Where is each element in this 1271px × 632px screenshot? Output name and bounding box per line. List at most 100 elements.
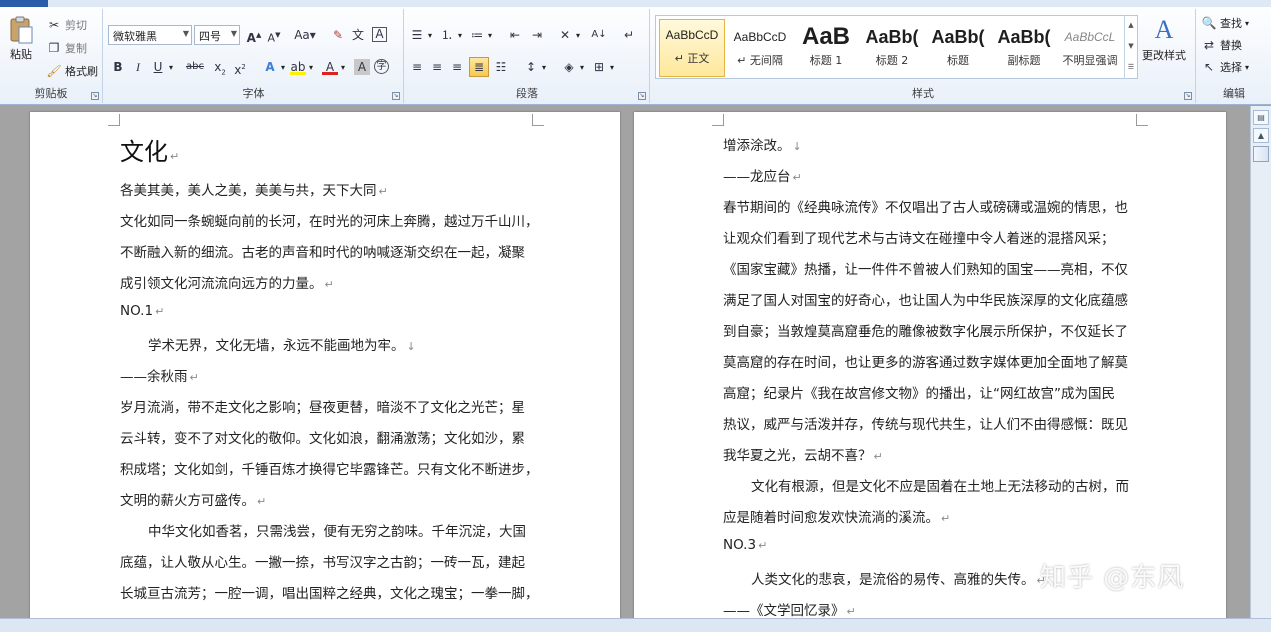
paragraph[interactable]: 文明的薪火方可盛传。 ↵: [120, 489, 266, 509]
underline-button[interactable]: U ▾: [150, 59, 173, 75]
paragraph[interactable]: 各美其美，美人之美，美美与共，天下大同 ↵: [120, 179, 388, 199]
paragraph[interactable]: 文化如同一条蜿蜒向前的长河，在时光的河床上奔腾，越过万千山川，: [120, 210, 539, 230]
text-effects-button[interactable]: A ▾: [262, 59, 285, 75]
clear-formatting-button[interactable]: ✎: [330, 27, 346, 43]
sort-button[interactable]: A↓: [591, 27, 607, 43]
paragraph[interactable]: 到自豪；当敦煌莫高窟垂危的雕像被数字化展示所保护，不仅延长了: [723, 320, 1128, 340]
copy-button[interactable]: ❐ 复制: [46, 40, 87, 56]
quote[interactable]: 学术无界，文化无墙，永远不能画地为牢。 ↓: [148, 334, 416, 354]
document-area[interactable]: 文化 ↵ 各美其美，美人之美，美美与共，天下大同 ↵ 文化如同一条蜿蜒向前的长河，在…: [0, 106, 1250, 618]
font-size-combo[interactable]: 四号 ▼: [194, 25, 240, 45]
paragraph[interactable]: 云斗转，变不了对文化的敬仰。文化如浪，翻涌激荡；文化如沙，累: [120, 427, 525, 447]
paragraph[interactable]: 底蕴，让人敬从心生。一撇一捺，书写汉字之古韵；一砖一瓦，建起: [120, 551, 525, 571]
format-painter-button[interactable]: 🖌 格式刷: [46, 63, 98, 79]
chinese-layout-button[interactable]: ✕ ▾: [557, 27, 580, 43]
borders-button[interactable]: ⊞ ▾: [591, 59, 614, 75]
clipboard-launcher-icon[interactable]: ↘: [91, 92, 99, 100]
paragraph[interactable]: 高窟；纪录片《我在故宫修文物》的播出，让“网红故宫”成为国民: [723, 382, 1115, 402]
paragraph[interactable]: 不断融入新的细流。古老的声音和时代的呐喊逐渐交织在一起，凝聚: [120, 241, 525, 261]
grow-font-button[interactable]: A▲: [246, 27, 262, 45]
distributed-button[interactable]: ☷: [493, 59, 509, 75]
document-title[interactable]: 文化 ↵: [120, 132, 179, 167]
chevron-down-icon[interactable]: ▼: [1125, 36, 1137, 57]
paragraph[interactable]: 积成塔；文化如剑，千锤百炼才换得它毕露锋芒。只有文化不断进步，: [120, 458, 539, 478]
character-shading-button[interactable]: A: [354, 59, 370, 75]
superscript-button[interactable]: x2: [232, 59, 248, 77]
paste-button[interactable]: 粘贴: [8, 15, 34, 62]
strikethrough-button[interactable]: abc: [184, 59, 206, 75]
document-page-2[interactable]: 增添涂改。 ↓ ——龙应台 ↵ 春节期间的《经典咏流传》不仅唱出了古人或磅礴或温婉的…: [634, 112, 1226, 618]
quote-author[interactable]: ——《文学回忆录》 ↵: [723, 599, 856, 618]
align-right-button[interactable]: ≡: [449, 59, 465, 75]
paragraph[interactable]: 长城亘古流芳；一腔一调，唱出国粹之经典，文化之瑰宝；一拳一脚，: [120, 582, 539, 602]
style-subtitle[interactable]: AaBb( 副标题: [991, 22, 1057, 76]
numbered-list-icon: ⒈: [440, 28, 453, 42]
style-heading-1[interactable]: AaB 标题 1: [793, 22, 859, 76]
paragraph[interactable]: 热议，威严与活泼并存，传统与现代共生，让人们不由得感慨：既见: [723, 413, 1128, 433]
phonetic-guide-button[interactable]: 文: [350, 27, 366, 43]
paragraph[interactable]: 岁月流淌，带不走文化之影响；昼夜更替，暗淡不了文化之光芒；星: [120, 396, 525, 416]
paragraph[interactable]: 我华夏之光，云胡不喜？ ↵: [723, 444, 883, 464]
quote[interactable]: 人类文化的悲哀，是流俗的易传、高雅的失传。 ↵: [751, 568, 1046, 588]
tab-file[interactable]: [0, 0, 48, 7]
increase-indent-button[interactable]: ⇥: [529, 27, 545, 43]
decrease-indent-button[interactable]: ⇤: [507, 27, 523, 43]
enclosed-character-button[interactable]: 字: [374, 59, 389, 74]
highlight-button[interactable]: ab ▾: [290, 59, 313, 75]
cut-button[interactable]: ✂ 剪切: [46, 17, 87, 33]
scroll-thumb[interactable]: [1253, 146, 1269, 162]
section-heading[interactable]: NO.3 ↵: [723, 537, 767, 553]
italic-button[interactable]: I: [130, 59, 146, 75]
style-subtle-emphasis[interactable]: AaBbCcL 不明显强调: [1057, 22, 1123, 76]
find-button[interactable]: 🔍 查找 ▾: [1201, 15, 1250, 31]
align-center-button[interactable]: ≡: [429, 59, 445, 75]
font-color-button[interactable]: A ▾: [322, 59, 345, 75]
paragraph[interactable]: 应是随着时间愈发欢快流淌的溪流。 ↵: [723, 506, 950, 526]
quote-author[interactable]: ——余秋雨 ↵: [120, 365, 199, 385]
style-normal[interactable]: AaBbCcD ↵ 正文: [659, 19, 725, 77]
enclose-characters-button[interactable]: A: [372, 27, 387, 42]
line-spacing-button[interactable]: ↕ ▾: [523, 59, 546, 75]
bold-button[interactable]: B: [110, 59, 126, 75]
paragraph[interactable]: 中华文化如香茗，只需浅尝，便有无穷之韵味。千年沉淀，大国: [148, 520, 526, 540]
quote-author[interactable]: ——龙应台 ↵: [723, 165, 802, 185]
font-name-value: 微软雅黑: [113, 30, 157, 43]
show-marks-button[interactable]: ↵: [621, 27, 637, 43]
scroll-up-icon[interactable]: ▲: [1253, 128, 1269, 143]
bullets-button[interactable]: ☰ ▾: [409, 27, 432, 43]
multilevel-list-button[interactable]: ≔ ▾: [469, 27, 492, 43]
font-name-combo[interactable]: 微软雅黑 ▼: [108, 25, 192, 45]
shading-button[interactable]: ◈ ▾: [561, 59, 584, 75]
paragraph-launcher-icon[interactable]: ↘: [638, 92, 646, 100]
paragraph[interactable]: 莫高窟的存在时间，也让更多的游客通过数字媒体更加全面地了解莫: [723, 351, 1128, 371]
paragraph[interactable]: 文化有根源，但是文化不应是固着在土地上无法移动的古树，而: [751, 475, 1129, 495]
vertical-scrollbar[interactable]: ▤ ▲: [1250, 106, 1271, 618]
more-icon[interactable]: ☰: [1125, 57, 1137, 78]
document-page-1[interactable]: 文化 ↵ 各美其美，美人之美，美美与共，天下大同 ↵ 文化如同一条蜿蜒向前的长河，在…: [30, 112, 620, 618]
justify-icon: ≣: [473, 60, 485, 74]
chevron-up-icon[interactable]: ▲: [1125, 15, 1137, 36]
select-button[interactable]: ↖ 选择 ▾: [1201, 59, 1249, 75]
align-left-button[interactable]: ≡: [409, 59, 425, 75]
paragraph[interactable]: 让观众们看到了现代艺术与古诗文在碰撞中令人着迷的混搭风采；: [723, 227, 1115, 247]
paragraph[interactable]: 满足了国人对国宝的好奇心，也让国人为中华民族深厚的文化底蕴感: [723, 289, 1128, 309]
font-launcher-icon[interactable]: ↘: [392, 92, 400, 100]
style-title[interactable]: AaBb( 标题: [925, 22, 991, 76]
paragraph[interactable]: 增添涂改。 ↓: [723, 134, 802, 154]
subscript-button[interactable]: x2: [212, 59, 228, 76]
section-heading[interactable]: NO.1 ↵: [120, 303, 164, 319]
paragraph[interactable]: 成引领文化河流流向远方的力量。 ↵: [120, 272, 334, 292]
paragraph[interactable]: 《国家宝藏》热播，让一件件不曾被人们熟知的国宝——亮相，不仅: [723, 258, 1128, 278]
shrink-font-button[interactable]: A▼: [266, 27, 282, 45]
change-styles-button[interactable]: A 更改样式: [1142, 15, 1186, 63]
paragraph[interactable]: 春节期间的《经典咏流传》不仅唱出了古人或磅礴或温婉的情思，也: [723, 196, 1128, 216]
change-case-button[interactable]: Aa▾: [294, 27, 316, 43]
justify-button[interactable]: ≣: [469, 57, 489, 77]
styles-gallery-scroll[interactable]: ▲ ▼ ☰: [1124, 15, 1137, 79]
numbering-button[interactable]: ⒈ ▾: [439, 27, 462, 43]
replace-button[interactable]: ⇄ 替换: [1201, 37, 1242, 53]
style-no-spacing[interactable]: AaBbCcD ↵ 无间隔: [727, 22, 793, 76]
styles-launcher-icon[interactable]: ↘: [1184, 92, 1192, 100]
ruler-toggle-icon[interactable]: ▤: [1253, 110, 1269, 125]
style-heading-2[interactable]: AaBb( 标题 2: [859, 22, 925, 76]
